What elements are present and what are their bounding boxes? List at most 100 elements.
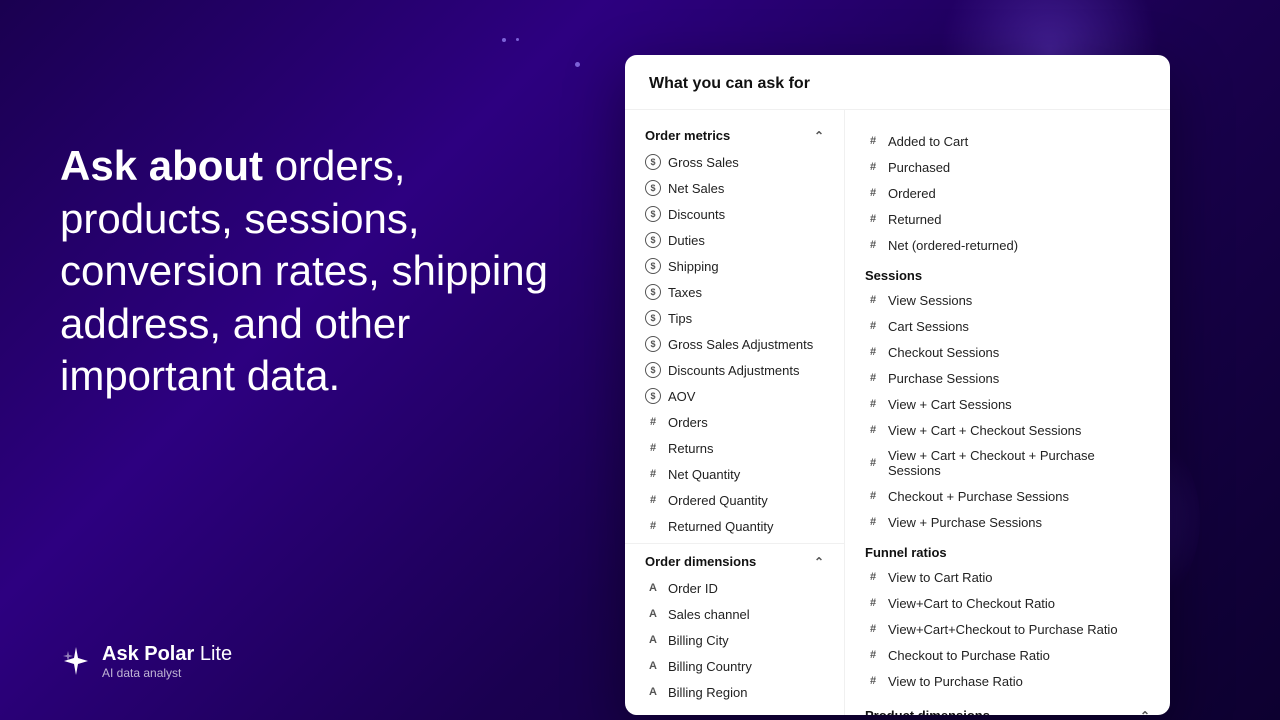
hero-section: Ask about orders, products, sessions, co… [60,140,580,403]
list-item[interactable]: #Checkout + Purchase Sessions [845,483,1170,509]
list-item[interactable]: #View + Cart Sessions [845,391,1170,417]
dollar-icon: $ [645,258,661,274]
hash-icon: # [865,396,881,412]
hash-icon: # [865,621,881,637]
dollar-icon: $ [645,284,661,300]
product-dimensions-label: Product dimensions [865,708,990,715]
hash-icon: # [865,569,881,585]
hero-bold: Ask about [60,142,263,189]
list-item[interactable]: $Discounts [625,201,844,227]
order-dimensions-header[interactable]: Order dimensions ⌃ [625,548,844,575]
list-item[interactable]: #Returned Quantity [625,513,844,539]
right-column: #Added to Cart #Purchased #Ordered #Retu… [845,110,1170,715]
list-item[interactable]: #Checkout to Purchase Ratio [845,642,1170,668]
dollar-icon: $ [645,310,661,326]
list-item[interactable]: #Net Quantity [625,461,844,487]
list-item[interactable]: #Checkout Sessions [845,339,1170,365]
list-item[interactable]: ASales channel [625,601,844,627]
dollar-icon: $ [645,154,661,170]
divider [625,543,844,544]
list-item[interactable]: AOrder ID [625,575,844,601]
sessions-label: Sessions [845,258,1170,287]
list-item[interactable]: $Shipping [625,253,844,279]
hash-icon: # [865,318,881,334]
hash-icon: # [645,518,661,534]
app-logo: Ask Polar Lite AI data analyst [60,642,232,680]
list-item[interactable]: $Discounts Adjustments [625,357,844,383]
list-item[interactable]: #Orders [625,409,844,435]
list-item[interactable]: #View+Cart+Checkout to Purchase Ratio [845,616,1170,642]
hash-icon: # [865,488,881,504]
list-item[interactable]: #Returned [845,206,1170,232]
list-item[interactable]: #View to Cart Ratio [845,564,1170,590]
info-panel: What you can ask for Order metrics ⌃ $Gr… [625,55,1170,715]
text-type-icon: A [645,606,661,622]
hash-icon: # [865,370,881,386]
text-type-icon: A [645,684,661,700]
list-item[interactable]: #Ordered Quantity [625,487,844,513]
list-item[interactable]: #Returns [625,435,844,461]
hash-icon: # [865,455,881,471]
hash-icon: # [865,237,881,253]
dollar-icon: $ [645,362,661,378]
list-item[interactable]: $Tips [625,305,844,331]
hash-icon: # [865,133,881,149]
panel-header: What you can ask for [625,55,1170,110]
list-item[interactable]: $Gross Sales Adjustments [625,331,844,357]
list-item[interactable]: ABilling Region [625,679,844,705]
logo-star-icon [60,645,92,677]
list-item[interactable]: #View to Purchase Ratio [845,668,1170,694]
list-item[interactable]: ABilling City [625,627,844,653]
dollar-icon: $ [645,206,661,222]
list-item[interactable]: #Purchased [845,154,1170,180]
list-item[interactable]: $Net Sales [625,175,844,201]
list-item[interactable]: $Taxes [625,279,844,305]
list-item[interactable]: #View + Purchase Sessions [845,509,1170,535]
list-item[interactable]: ABilling Country [625,653,844,679]
product-dimensions-chevron: ⌃ [1140,709,1150,716]
list-item[interactable]: #Ordered [845,180,1170,206]
hash-icon: # [645,440,661,456]
decorative-dot [575,62,580,67]
hash-icon: # [645,414,661,430]
dollar-icon: $ [645,336,661,352]
order-dimensions-label: Order dimensions [645,554,756,569]
list-item[interactable]: #View + Cart + Checkout + Purchase Sessi… [845,443,1170,483]
text-type-icon: A [645,632,661,648]
funnel-ratios-label: Funnel ratios [845,535,1170,564]
text-type-icon: A [645,580,661,596]
list-item[interactable]: #View + Cart + Checkout Sessions [845,417,1170,443]
hash-icon: # [865,647,881,663]
hash-icon: # [865,595,881,611]
hash-icon: # [865,422,881,438]
decorative-dot [516,38,519,41]
list-item[interactable]: #Cart Sessions [845,313,1170,339]
product-dimensions-header[interactable]: Product dimensions ⌃ [845,702,1170,715]
hero-text: Ask about orders, products, sessions, co… [60,140,580,403]
list-item[interactable]: #Net (ordered-returned) [845,232,1170,258]
decorative-dot [502,38,506,42]
hash-icon: # [865,185,881,201]
order-dimensions-chevron: ⌃ [814,555,824,569]
hash-icon: # [865,344,881,360]
list-item[interactable]: #View+Cart to Checkout Ratio [845,590,1170,616]
logo-subtitle: AI data analyst [102,666,232,680]
hash-icon: # [645,492,661,508]
dollar-icon: $ [645,232,661,248]
hash-icon: # [865,292,881,308]
order-metrics-label: Order metrics [645,128,730,143]
list-item[interactable]: $Duties [625,227,844,253]
list-item[interactable]: #Purchase Sessions [845,365,1170,391]
hash-icon: # [865,673,881,689]
list-item[interactable]: $AOV [625,383,844,409]
hash-icon: # [865,514,881,530]
list-item[interactable]: #View Sessions [845,287,1170,313]
panel-body[interactable]: Order metrics ⌃ $Gross Sales $Net Sales … [625,110,1170,715]
list-item[interactable]: #Added to Cart [845,128,1170,154]
logo-name: Ask Polar Lite [102,642,232,666]
order-metrics-header[interactable]: Order metrics ⌃ [625,122,844,149]
dollar-icon: $ [645,388,661,404]
hash-icon: # [645,466,661,482]
list-item[interactable]: $Gross Sales [625,149,844,175]
text-type-icon: A [645,658,661,674]
